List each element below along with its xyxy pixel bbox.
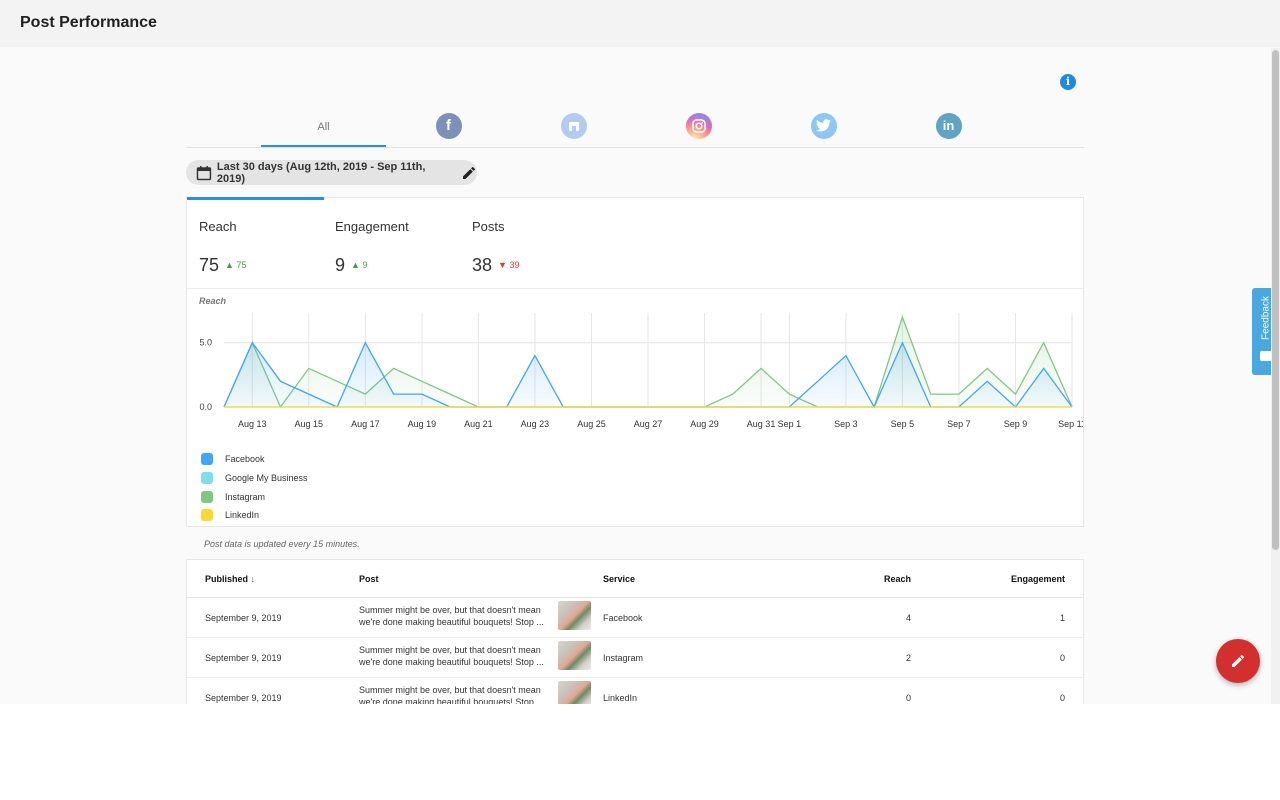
column-reach[interactable]: Reach	[884, 574, 911, 584]
top-bar: Post Performance	[0, 0, 1280, 47]
cell-published: September 9, 2019	[205, 653, 282, 663]
scrollbar-thumb[interactable]	[1272, 50, 1279, 550]
cell-post: Summer might be over, but that doesn't m…	[359, 605, 544, 627]
x-tick-label: Sep 5	[891, 419, 915, 429]
x-tick-label: Sep 7	[947, 419, 971, 429]
column-service: Service	[603, 574, 636, 584]
legend-swatch	[201, 509, 213, 522]
legend-item-google-my-business[interactable]: Google My Business	[201, 469, 308, 488]
cell-reach: 2	[905, 653, 911, 663]
x-tick-label: Aug 17	[351, 419, 380, 429]
legend-item-instagram[interactable]: Instagram	[201, 487, 308, 506]
tab-all[interactable]: All	[261, 104, 386, 147]
post-thumbnail	[558, 681, 591, 704]
cell-engagement: 0	[1059, 693, 1065, 703]
post-thumbnail	[558, 641, 591, 670]
tab-instagram[interactable]	[636, 104, 761, 147]
date-range-picker[interactable]: Last 30 days (Aug 12th, 2019 - Sep 11th,…	[186, 160, 477, 185]
legend-item-linkedin[interactable]: LinkedIn	[201, 506, 308, 525]
scrollbar[interactable]	[1271, 48, 1280, 704]
service-tabs: All f in	[186, 104, 1084, 148]
tab-google-my-business[interactable]	[511, 104, 636, 147]
table-row[interactable]: September 9, 2019 Summer might be over, …	[187, 638, 1083, 678]
legend-label: Instagram	[225, 491, 266, 502]
column-engagement[interactable]: Engagement	[1011, 574, 1065, 584]
app: Post Performance i All f in Last 30 days…	[0, 0, 1280, 704]
table-row[interactable]: September 9, 2019 Summer might be over, …	[187, 678, 1083, 704]
tab-facebook[interactable]: f	[386, 104, 511, 147]
cell-published: September 9, 2019	[205, 693, 282, 703]
legend-swatch	[201, 472, 213, 485]
page-title: Post Performance	[20, 14, 157, 31]
x-tick-label: Aug 23	[521, 419, 550, 429]
legend-swatch	[201, 490, 213, 503]
cell-reach: 4	[905, 613, 911, 623]
tab-linkedin[interactable]: in	[886, 104, 1011, 147]
x-tick-label: Sep 3	[834, 419, 858, 429]
y-tick-label: 0.0	[199, 402, 212, 412]
legend-label: Google My Business	[225, 473, 308, 484]
column-published[interactable]: Published ↓	[205, 574, 255, 584]
legend-label: LinkedIn	[225, 510, 260, 521]
pencil-icon	[1232, 654, 1245, 667]
tab-twitter[interactable]	[761, 104, 886, 147]
x-tick-label: Aug 15	[295, 419, 324, 429]
date-range-label: Last 30 days (Aug 12th, 2019 - Sep 11th,…	[216, 160, 426, 185]
legend-label: Facebook	[225, 454, 265, 465]
legend-swatch	[201, 453, 213, 466]
facebook-icon: f	[435, 112, 462, 139]
edit-icon[interactable]	[461, 165, 477, 181]
feedback-label: Feedback	[1260, 296, 1272, 340]
chart-legend: Facebook Google My Business Instagram Li…	[201, 450, 308, 525]
cell-service: Instagram	[603, 653, 644, 663]
x-tick-label: Aug 19	[408, 419, 437, 429]
compose-button[interactable]	[1216, 639, 1260, 683]
posts-table: Published ↓ Post Service Reach Engagemen…	[186, 559, 1084, 704]
x-tick-label: Sep 9	[1004, 419, 1028, 429]
table-header: Published ↓ Post Service Reach Engagemen…	[187, 560, 1083, 598]
column-post: Post	[359, 574, 379, 584]
cell-published: September 9, 2019	[205, 613, 282, 623]
x-tick-label: Sep 11	[1058, 419, 1083, 429]
x-tick-label: Aug 29	[690, 419, 719, 429]
legend-item-facebook[interactable]: Facebook	[201, 450, 308, 469]
x-tick-label: Aug 21	[464, 419, 493, 429]
tab-all-label: All	[317, 120, 330, 133]
update-note: Post data is updated every 15 minutes.	[204, 539, 360, 549]
sort-down-icon: ↓	[250, 574, 256, 584]
calendar-icon	[196, 165, 212, 180]
cell-service: Facebook	[603, 613, 643, 623]
cell-service: LinkedIn	[603, 693, 638, 703]
cell-engagement: 0	[1059, 653, 1065, 663]
x-tick-label: Sep 1	[778, 419, 802, 429]
x-tick-label: Aug 27	[634, 419, 663, 429]
table-row[interactable]: September 9, 2019 Summer might be over, …	[187, 598, 1083, 638]
cell-post: Summer might be over, but that doesn't m…	[359, 645, 544, 667]
twitter-icon	[810, 112, 837, 139]
linkedin-icon: in	[935, 112, 962, 139]
x-tick-label: Aug 25	[577, 419, 606, 429]
y-tick-label: 5.0	[199, 338, 212, 348]
cell-reach: 0	[905, 693, 911, 703]
metrics-card: Reach 75 ▲ 75 Engagement 9 ▲ 9 Posts 38 ▼ 3…	[186, 197, 1084, 527]
info-icon[interactable]: i	[1060, 74, 1076, 90]
google-my-business-icon	[560, 112, 587, 139]
post-thumbnail	[558, 601, 591, 630]
cell-engagement: 1	[1059, 613, 1065, 623]
cell-post: Summer might be over, but that doesn't m…	[359, 685, 544, 704]
reach-chart: 0.0 5.0 Aug 13 Aug 15 Aug 17 Aug 19 Aug 21 Aug …	[199, 313, 1083, 429]
instagram-icon	[685, 112, 712, 139]
x-tick-label: Aug 31	[747, 419, 776, 429]
x-tick-label: Aug 13	[238, 419, 267, 429]
